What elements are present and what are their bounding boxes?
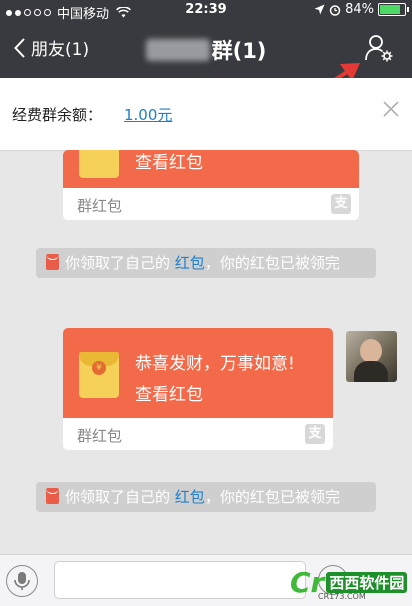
envelope-icon (79, 150, 119, 178)
status-right: 84% (314, 2, 409, 17)
red-packet-message[interactable]: ¥ 恭喜发财，万事如意! 查看红包 群红包 支 (63, 328, 333, 450)
red-packet-type: 群红包 (77, 427, 123, 445)
envelope-icon: ¥ (79, 352, 119, 398)
red-packet-type: 群红包 (77, 197, 123, 215)
notice-packet-link[interactable]: 红包 (175, 254, 205, 272)
alarm-clock-icon (329, 4, 341, 16)
battery-percent: 84% (345, 2, 374, 17)
red-packet-mini-icon (46, 254, 59, 270)
status-bar: 中国移动 22:39 84% (0, 0, 412, 22)
payment-logo-icon: 支 (331, 194, 351, 214)
red-packet-wish: 恭喜发财，万事如意! (135, 354, 295, 374)
red-packet-top: ¥ 恭喜发财，万事如意! 查看红包 (63, 328, 333, 418)
microphone-icon (14, 572, 30, 590)
group-funds-banner: 经费群余额： 1.00元 (0, 78, 412, 151)
payment-logo-icon: 支 (305, 424, 325, 444)
message-input[interactable] (54, 561, 306, 599)
location-arrow-icon (314, 4, 325, 15)
system-notice: 你领取了自己的 红包，你的红包已被领完 (36, 482, 376, 512)
blurred-name (145, 39, 210, 61)
group-settings-icon (365, 35, 393, 62)
red-packet-footer: 群红包 支 (63, 418, 333, 450)
notice-suffix: ，你的红包已被领完 (204, 488, 340, 506)
red-packet-top: 查看红包 (63, 150, 359, 188)
battery-icon (378, 3, 409, 16)
chat-title-text: 群(1) (211, 39, 267, 63)
battery-fill (380, 5, 401, 14)
red-packet-message[interactable]: 查看红包 群红包 支 (63, 150, 359, 220)
notice-packet-link[interactable]: 红包 (175, 488, 205, 506)
notice-suffix: ，你的红包已被领完 (204, 254, 340, 272)
funds-label: 经费群余额： (12, 106, 103, 124)
red-packet-mini-icon (46, 488, 59, 504)
group-info-button[interactable] (364, 33, 394, 67)
red-packet-footer: 群红包 支 (63, 188, 359, 220)
system-notice: 你领取了自己的 红包，你的红包已被领完 (36, 248, 376, 278)
red-packet-open-label: 查看红包 (135, 153, 203, 173)
avatar[interactable] (346, 331, 397, 382)
voice-button[interactable] (6, 565, 38, 597)
coin-icon: ¥ (92, 361, 106, 375)
watermark-site: CR173.COM (318, 592, 366, 601)
notice-prefix: 你领取了自己的 (65, 488, 171, 506)
close-icon[interactable] (382, 100, 400, 118)
notice-prefix: 你领取了自己的 (65, 254, 171, 272)
red-packet-open-label: 查看红包 (135, 385, 203, 405)
funds-value-link[interactable]: 1.00元 (124, 104, 172, 125)
watermark-brand: 西西软件园 (326, 572, 408, 593)
